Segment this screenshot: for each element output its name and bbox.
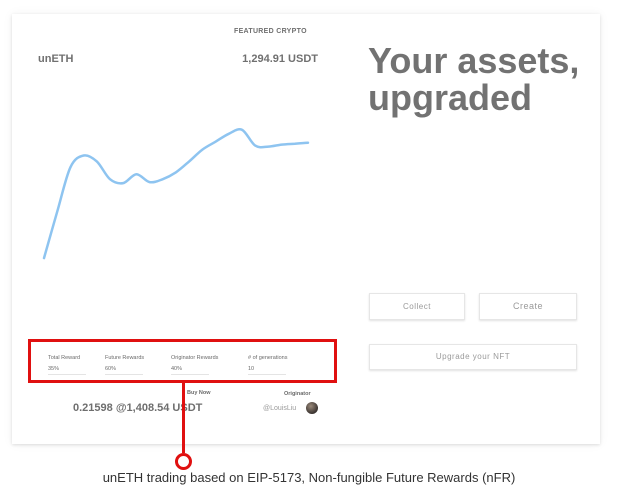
stat-label: # of generations xyxy=(248,355,288,361)
token-name: unETH xyxy=(38,53,74,65)
originator-handle[interactable]: @LouisLiu xyxy=(263,405,296,412)
collect-button[interactable]: Collect xyxy=(369,293,465,320)
stat-originator-rewards: Originator Rewards 40% xyxy=(171,355,218,375)
upgrade-nft-button[interactable]: Upgrade your NFT xyxy=(369,344,577,370)
caption: unETH trading based on EIP-5173, Non-fun… xyxy=(102,470,516,485)
chart-series-line xyxy=(42,128,310,260)
stat-label: Originator Rewards xyxy=(171,355,219,361)
token-price: 1,294.91 USDT xyxy=(242,53,318,65)
stat-label: Total Reward xyxy=(48,355,81,361)
originator-label: Originator xyxy=(284,391,311,397)
featured-label: FEATURED CRYPTO xyxy=(234,28,307,35)
buy-now-label[interactable]: Buy Now xyxy=(187,390,211,396)
create-button[interactable]: Create xyxy=(479,293,577,320)
stat-value: 40% xyxy=(171,366,209,375)
stat-value: 60% xyxy=(105,366,143,375)
headline: Your assets, upgraded xyxy=(368,40,580,118)
stat-label: Future Rewards xyxy=(105,355,145,361)
price-chart xyxy=(42,128,310,260)
stat-generations: # of generations 10 xyxy=(248,355,287,375)
avatar xyxy=(306,402,318,414)
stat-total-reward: Total Reward 35% xyxy=(48,355,86,375)
stat-value: 35% xyxy=(48,366,86,375)
stat-value: 10 xyxy=(248,366,286,375)
annotation-connector-dot xyxy=(175,453,192,470)
stat-future-rewards: Future Rewards 60% xyxy=(105,355,144,375)
reward-stats-highlight: Total Reward 35% Future Rewards 60% Orig… xyxy=(28,339,337,383)
annotation-connector-line xyxy=(182,383,185,453)
stage: FEATURED CRYPTO unETH 1,294.91 USDT Your… xyxy=(0,0,618,504)
